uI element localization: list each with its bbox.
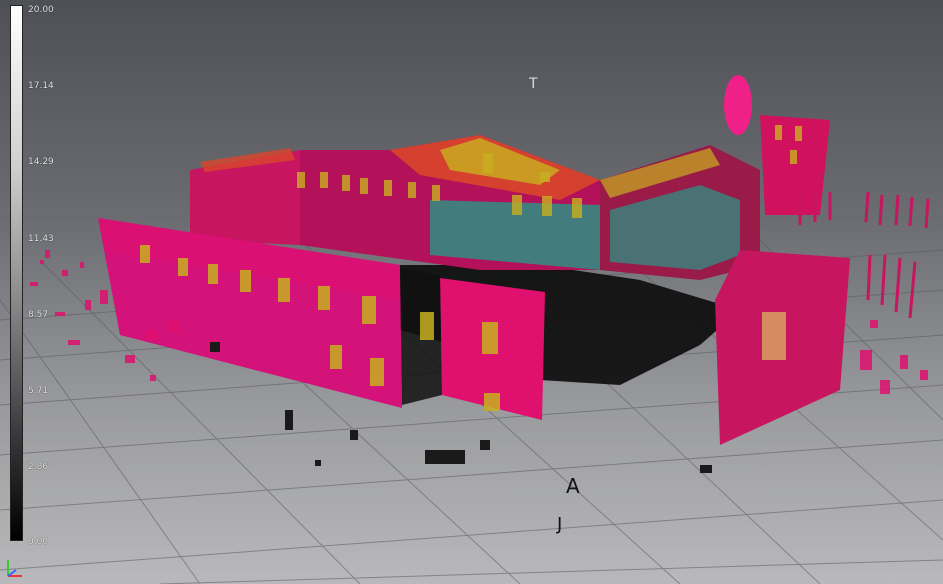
scale-label-4: 11.43 [28, 234, 54, 244]
scale-label-7: 2.86 [28, 462, 49, 472]
scale-label-3: 14.29 [28, 157, 54, 167]
scale-label-2: 17.14 [28, 81, 54, 91]
point-cloud-scene[interactable] [0, 0, 943, 584]
scale-label-6: 5.71 [28, 386, 49, 396]
ground-marker-a: A [566, 474, 580, 498]
ground-marker-j: J [557, 514, 563, 535]
xyz-axis-icon [7, 560, 22, 577]
3d-viewport[interactable]: A J T [0, 0, 943, 584]
scale-label-5: 8.57 [28, 310, 49, 320]
scale-label-min: 0.00 [28, 537, 49, 547]
cursor-glyph: T [529, 76, 538, 92]
color-scale-bar [10, 5, 23, 541]
scale-label-max: 20.00 [28, 5, 54, 15]
tower-plume [724, 75, 752, 135]
